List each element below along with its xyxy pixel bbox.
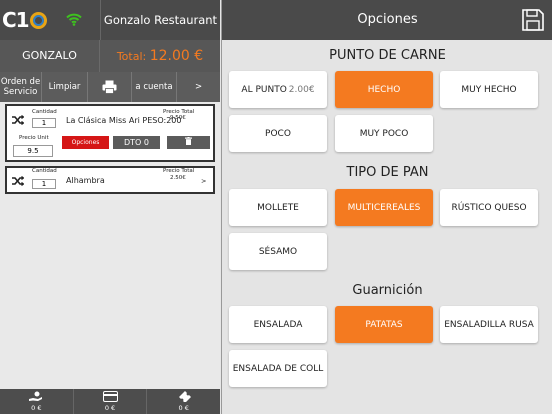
option-patatas[interactable]: PATATAS [335,306,433,343]
cash-hand-icon [29,391,43,401]
qty-input[interactable]: 1 [32,118,56,128]
price-total-value: 2.50€ [170,175,186,181]
user-bar: GONZALO Total: 12.00 € [0,40,220,72]
service-order-button[interactable]: Orden de Servicio [0,72,42,102]
option-multicereales[interactable]: MULTICEREALES [335,189,433,226]
action-bar: Orden de Servicio Limpiar a cuenta > [0,72,220,102]
option-ensalada[interactable]: ENSALADA [229,306,327,343]
logo-ring-icon [29,12,47,29]
option-muy-hecho[interactable]: MUY HECHO [440,71,538,108]
top-bar: C1 Gonzalo Restaurant [0,0,220,40]
cash-amount: 0 € [31,404,42,412]
order-panel: C1 Gonzalo Restaurant GONZALO Total: 12.… [0,0,220,414]
next-button[interactable]: > [177,72,220,102]
unit-price-input[interactable]: 9.5 [13,145,53,157]
options-title: Opciones [357,12,418,27]
option-hecho[interactable]: HECHO [335,71,433,108]
option-muy-poco[interactable]: MUY POCO [335,115,433,152]
option-al-punto[interactable]: AL PUNTO 2.00€ [229,71,327,108]
printer-icon [102,80,117,94]
options-panel: Opciones PUNTO DE CARNE AL PUNTO 2.00€ HE… [221,0,552,414]
qty-label: Cantidad [32,168,57,174]
discount-button[interactable]: DTO 0 [113,136,160,149]
section-title-meat: PUNTO DE CARNE [329,48,446,63]
total-amount: 12.00 € [149,48,204,64]
option-ensalada-de-coll[interactable]: ENSALADA DE COLL [229,350,327,387]
product-name: La Clásica Miss Ari PESO:200 [66,116,182,125]
option-mollete[interactable]: MOLLETE [229,189,327,226]
delete-button[interactable] [167,136,210,149]
price-total-value: 9.50€ [170,115,186,121]
options-header: Opciones [222,0,552,40]
section-title-bread: TIPO DE PAN [346,165,429,180]
ticket-icon [178,391,191,403]
clear-button[interactable]: Limpiar [42,72,88,102]
card-amount: 0 € [104,404,116,412]
option-sesamo[interactable]: SÉSAMO [229,233,327,270]
order-line-item[interactable]: Cantidad 1 Alhambra Precio Total 2.50€ > [5,166,215,194]
restaurant-name: Gonzalo Restaurant [100,0,220,40]
qty-input[interactable]: 1 [32,179,56,189]
order-total: Total: 12.00 € [116,48,204,64]
qty-label: Cantidad [32,109,57,115]
payment-bar: 0 € 0 € 0 € [0,389,220,414]
cash-payment[interactable]: 0 € [0,389,74,414]
trash-icon [185,137,192,145]
option-ensaladilla-rusa[interactable]: ENSALADILLA RUSA [440,306,538,343]
option-poco[interactable]: POCO [229,115,327,152]
wifi-icon [66,13,82,26]
option-price: 2.00€ [288,84,315,95]
expand-chevron[interactable]: > [201,177,206,185]
print-button[interactable] [88,72,132,102]
save-icon[interactable] [522,9,544,31]
voucher-payment[interactable]: 0 € [147,389,220,414]
option-rustico-queso[interactable]: RÚSTICO QUESO [440,189,538,226]
voucher-amount: 0 € [178,404,189,412]
unit-price-label: Precio Unit [19,135,49,141]
shuffle-icon[interactable] [12,176,24,186]
shuffle-icon[interactable] [12,115,24,125]
section-title-garnish: Guarnición [352,283,423,298]
price-total-label: Precio Total [163,168,195,174]
order-line-item[interactable]: Cantidad 1 La Clásica Miss Ari PESO:200 … [5,104,215,162]
options-button[interactable]: Opciones [62,136,109,149]
app-logo: C1 [2,8,47,32]
on-account-button[interactable]: a cuenta [132,72,177,102]
product-name: Alhambra [66,176,105,185]
card-payment[interactable]: 0 € [74,389,148,414]
credit-card-icon [102,391,118,402]
user-name: GONZALO [0,40,100,72]
